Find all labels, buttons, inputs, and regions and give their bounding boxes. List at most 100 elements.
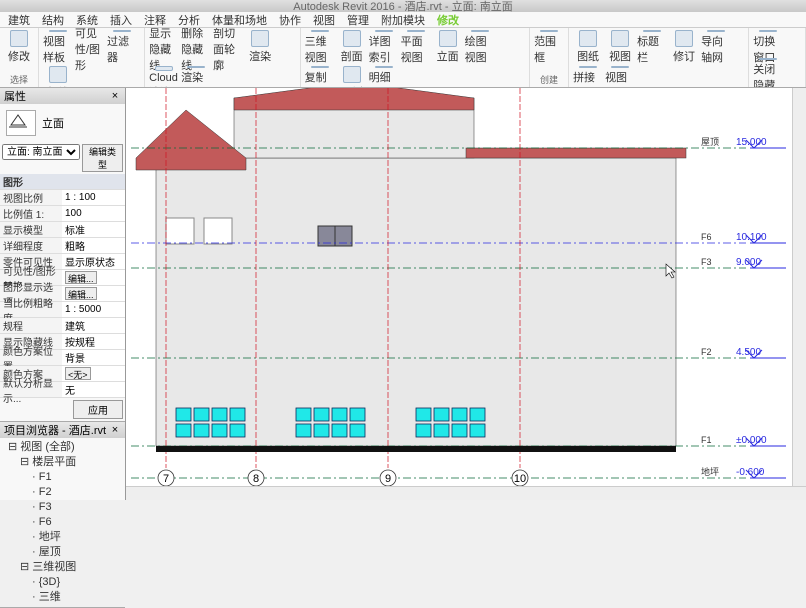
menu-体量和场地[interactable]: 体量和场地 xyxy=(212,12,267,28)
property-key: 默认分析显示... xyxy=(0,382,62,397)
ribbon-btn-剖切面轮廓[interactable]: 剖切面轮廓 xyxy=(213,30,243,64)
property-row[interactable]: 图形 xyxy=(0,174,125,190)
ribbon-btn-显示隐藏线[interactable]: 显示隐藏线 xyxy=(149,30,179,64)
ribbon-btn-三维视图[interactable]: 三维视图 xyxy=(305,30,335,64)
menu-系统[interactable]: 系统 xyxy=(76,12,98,28)
svg-text:10.100: 10.100 xyxy=(736,232,767,243)
tool-icon xyxy=(675,30,693,47)
apply-button[interactable]: 应用 xyxy=(73,400,123,419)
ribbon-btn-删除隐藏线[interactable]: 删除隐藏线 xyxy=(181,30,211,64)
menu-结构[interactable]: 结构 xyxy=(42,12,64,28)
ribbon-btn-图例[interactable]: 图例 xyxy=(337,66,367,88)
properties-header[interactable]: 属性 × xyxy=(0,88,125,104)
property-row[interactable]: 规程建筑 xyxy=(0,318,125,334)
menu-修改[interactable]: 修改 xyxy=(437,12,459,28)
ribbon-btn-拼接线[interactable]: 拼接线 xyxy=(573,66,603,88)
property-value[interactable]: 标准 xyxy=(62,222,125,237)
edit-type-button[interactable]: 编辑类型 xyxy=(82,144,123,172)
ribbon-btn-视图[interactable]: 视图 xyxy=(605,30,635,64)
tree-item[interactable]: · F6 xyxy=(4,515,121,530)
tree-item[interactable]: · F1 xyxy=(4,470,121,485)
property-row[interactable]: 显示模型标准 xyxy=(0,222,125,238)
ribbon-btn-视图参照[interactable]: 视图参照 xyxy=(605,66,635,88)
ribbon-group: 修改选择 xyxy=(0,28,39,87)
close-icon[interactable]: × xyxy=(109,424,121,436)
tree-item[interactable]: ⊟ 三维视图 xyxy=(4,560,121,575)
drawing-canvas[interactable]: 屋顶15.000F610.100F39.000F24.500F1±0.000地坪… xyxy=(126,88,806,500)
property-value[interactable]: 1 : 5000 xyxy=(62,302,125,317)
property-value[interactable]: 100 xyxy=(62,206,125,221)
ribbon-btn-明细表[interactable]: 明细表 xyxy=(369,66,399,88)
property-value[interactable]: 编辑... xyxy=(62,286,125,301)
project-tree[interactable]: ⊟ 视图 (全部)⊟ 楼层平面· F1· F2· F3· F6· 地坪· 屋顶⊟… xyxy=(0,438,125,607)
ribbon-btn-渲染库[interactable]: 渲染库 xyxy=(181,66,211,88)
instance-selector[interactable]: 立面: 南立面 xyxy=(2,144,80,160)
ribbon-btn-修订[interactable]: 修订 xyxy=(669,30,699,64)
menu-注释[interactable]: 注释 xyxy=(144,12,166,28)
tree-item[interactable]: · 三维 xyxy=(4,590,121,605)
tree-item[interactable]: · F2 xyxy=(4,485,121,500)
ribbon-btn-范围框[interactable]: 范围框 xyxy=(534,30,564,64)
property-row[interactable]: 默认分析显示...无 xyxy=(0,382,125,398)
property-value[interactable]: 1 : 100 xyxy=(62,190,125,205)
ribbon-btn-剖面[interactable]: 剖面 xyxy=(337,30,367,64)
property-value[interactable]: 显示原状态 xyxy=(62,254,125,269)
property-row[interactable]: 当比例粗略度...1 : 5000 xyxy=(0,302,125,318)
property-row[interactable]: 详细程度粗略 xyxy=(0,238,125,254)
property-row[interactable]: 比例值 1:100 xyxy=(0,206,125,222)
menu-分析[interactable]: 分析 xyxy=(178,12,200,28)
ribbon-group-label: 创建 xyxy=(534,73,564,85)
tree-item[interactable]: · {3D} xyxy=(4,575,121,590)
edit-button[interactable]: 编辑... xyxy=(65,287,97,300)
property-value[interactable]: 按规程 xyxy=(62,334,125,349)
ribbon-btn-立面[interactable]: 立面 xyxy=(433,30,463,64)
tree-item[interactable]: · F3 xyxy=(4,500,121,515)
tool-icon xyxy=(643,30,661,32)
ribbon-btn-复制视图[interactable]: 复制视图 xyxy=(305,66,335,88)
ribbon-btn-Cloud渲染[interactable]: Cloud渲染 xyxy=(149,66,179,88)
menu-附加模块[interactable]: 附加模块 xyxy=(381,12,425,28)
ribbon-btn-视图样板[interactable]: 视图样板 xyxy=(43,30,73,64)
tree-item[interactable]: ⊟ 视图 (全部) xyxy=(4,440,121,455)
ribbon-btn-修改[interactable]: 修改 xyxy=(4,30,34,64)
scrollbar-horizontal[interactable] xyxy=(126,486,806,500)
ribbon-btn-关闭隐藏对象[interactable]: 关闭隐藏对象 xyxy=(753,66,783,88)
menu-建筑[interactable]: 建筑 xyxy=(8,12,30,28)
ribbon-btn-平面视图[interactable]: 平面视图 xyxy=(401,30,431,64)
menu-管理[interactable]: 管理 xyxy=(347,12,369,28)
tool-icon xyxy=(579,30,597,47)
ribbon-btn-渲染[interactable]: 渲染 xyxy=(245,30,275,64)
menu-协作[interactable]: 协作 xyxy=(279,12,301,28)
ribbon-btn-详图索引[interactable]: 详图索引 xyxy=(369,30,399,64)
edit-button[interactable]: 编辑... xyxy=(65,271,97,284)
menu-插入[interactable]: 插入 xyxy=(110,12,132,28)
ribbon-btn-细线[interactable]: 细线 xyxy=(43,66,73,88)
scrollbar-vertical[interactable] xyxy=(792,88,806,500)
ribbon-btn-标题栏[interactable]: 标题栏 xyxy=(637,30,667,64)
property-row[interactable]: 视图比例1 : 100 xyxy=(0,190,125,206)
close-icon[interactable]: × xyxy=(109,90,121,102)
tree-item[interactable]: · 屋顶 xyxy=(4,545,121,560)
elevation-type-icon[interactable] xyxy=(6,110,36,136)
ribbon-btn-过滤器[interactable]: 过滤器 xyxy=(107,30,137,64)
ribbon-btn-可见性/图形[interactable]: 可见性/图形 xyxy=(75,30,105,64)
browser-header[interactable]: 项目浏览器 - 酒店.rvt × xyxy=(0,422,125,438)
property-value[interactable]: 无 xyxy=(62,382,125,397)
edit-button[interactable]: <无> xyxy=(65,367,91,380)
ribbon-btn-绘图视图[interactable]: 绘图视图 xyxy=(465,30,495,64)
property-value[interactable]: 背景 xyxy=(62,350,125,365)
tool-icon xyxy=(375,30,393,32)
property-value[interactable]: <无> xyxy=(62,366,125,381)
tree-item[interactable]: ⊟ 楼层平面 xyxy=(4,455,121,470)
property-value[interactable]: 粗略 xyxy=(62,238,125,253)
property-value[interactable]: 建筑 xyxy=(62,318,125,333)
tool-icon xyxy=(375,66,393,68)
property-row[interactable]: 颜色方案位置背景 xyxy=(0,350,125,366)
tree-item[interactable]: · 地坪 xyxy=(4,530,121,545)
svg-text:F3: F3 xyxy=(701,257,712,267)
ribbon-btn-图纸[interactable]: 图纸 xyxy=(573,30,603,64)
ribbon-group: 范围框创建 xyxy=(530,28,569,87)
property-value[interactable]: 编辑... xyxy=(62,270,125,285)
menu-视图[interactable]: 视图 xyxy=(313,12,335,28)
ribbon-btn-导向轴网[interactable]: 导向轴网 xyxy=(701,30,731,64)
